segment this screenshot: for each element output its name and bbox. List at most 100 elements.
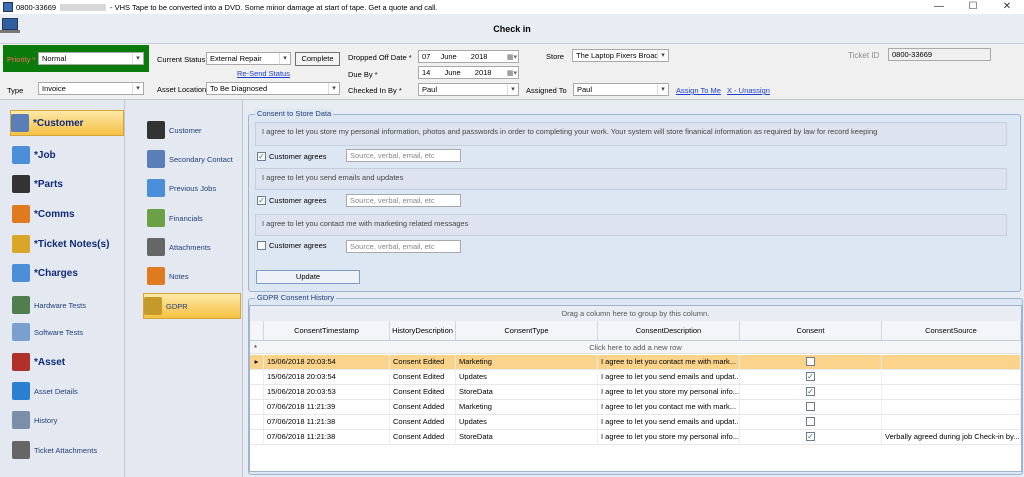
dropped-off-date[interactable]: 07 June 2018 ▦▾ — [418, 50, 519, 63]
nav-item-job[interactable]: *Job — [12, 142, 56, 168]
consent-checkbox[interactable] — [806, 402, 815, 411]
nav-item-customer[interactable]: *Customer — [10, 110, 124, 136]
consent-checkbox[interactable]: ✓ — [806, 387, 815, 396]
nav-item-charges[interactable]: *Charges — [12, 260, 78, 286]
marketing-source-input[interactable]: Source, verbal, email, etc — [346, 240, 461, 253]
nav-item-comms[interactable]: *Comms — [12, 201, 75, 227]
row-header[interactable] — [250, 430, 264, 444]
consent-cell[interactable] — [740, 355, 882, 369]
row-header[interactable] — [250, 415, 264, 429]
consent-cell[interactable]: ✓ — [740, 385, 882, 399]
consent-description-cell[interactable]: I agree to let you store my personal inf… — [598, 385, 740, 399]
storedata-source-input[interactable]: Source, verbal, email, etc — [346, 149, 461, 162]
consent-type-cell[interactable]: Marketing — [456, 400, 598, 414]
consent-checkbox[interactable]: ✓ — [806, 432, 815, 441]
history-description-cell[interactable]: Consent Added — [390, 400, 456, 414]
resend-status-link[interactable]: Re-Send Status — [237, 69, 290, 78]
consent-checkbox[interactable]: ✓ — [806, 372, 815, 381]
unassign-link[interactable]: X - Unassign — [727, 86, 770, 95]
consent-source-cell[interactable] — [882, 400, 1021, 414]
consent-checkbox[interactable] — [806, 357, 815, 366]
consent-source-cell[interactable] — [882, 355, 1021, 369]
priority-select[interactable]: Normal ▾ — [38, 52, 144, 65]
consent-cell[interactable]: ✓ — [740, 370, 882, 384]
current-status-select[interactable]: External Repair ▾ — [206, 52, 291, 65]
consent-description-cell[interactable]: I agree to let you contact me with mark.… — [598, 400, 740, 414]
consent-description-cell[interactable]: I agree to let you send emails and updat… — [598, 370, 740, 384]
row-header[interactable] — [250, 385, 264, 399]
calendar-icon[interactable]: ▦▾ — [507, 68, 517, 79]
consent-cell[interactable]: ✓ — [740, 430, 882, 444]
updates-source-input[interactable]: Source, verbal, email, etc — [346, 194, 461, 207]
checked-in-by-select[interactable]: Paul ▾ — [418, 83, 519, 96]
add-new-row[interactable]: * Click here to add a new row — [250, 341, 1021, 354]
timestamp-cell[interactable]: 15/06/2018 20:03:54 — [264, 370, 390, 384]
nav-item-parts[interactable]: *Parts — [12, 171, 63, 197]
subnav-item-financials[interactable]: Financials — [147, 205, 203, 231]
nav-item-assetdetails[interactable]: Asset Details — [12, 378, 78, 404]
calendar-icon[interactable]: ▦▾ — [507, 52, 517, 63]
consent-description-cell[interactable]: I agree to let you send emails and updat… — [598, 415, 740, 429]
asset-location-select[interactable]: To Be Diagnosed ▾ — [206, 82, 340, 95]
subnav-item-customer[interactable]: Customer — [147, 117, 202, 143]
col-consent-timestamp[interactable]: ConsentTimestamp — [264, 321, 390, 340]
storedata-checkbox[interactable]: ✓ — [257, 152, 266, 161]
consent-source-cell[interactable] — [882, 415, 1021, 429]
group-by-panel[interactable]: Drag a column here to group by this colu… — [250, 306, 1021, 321]
history-description-cell[interactable]: Consent Edited — [390, 385, 456, 399]
row-header[interactable] — [250, 370, 264, 384]
consent-description-cell[interactable]: I agree to let you store my personal inf… — [598, 430, 740, 444]
consent-source-cell[interactable] — [882, 370, 1021, 384]
nav-item-asset[interactable]: *Asset — [12, 349, 65, 375]
consent-type-cell[interactable]: StoreData — [456, 385, 598, 399]
close-button[interactable]: ✕ — [990, 0, 1024, 14]
subnav-item-secondarycontact[interactable]: Secondary Contact — [147, 146, 233, 172]
minimize-button[interactable]: — — [922, 0, 956, 14]
timestamp-cell[interactable]: 07/06/2018 11:21:38 — [264, 430, 390, 444]
row-header[interactable] — [250, 400, 264, 414]
nav-item-ticketattachments[interactable]: Ticket Attachments — [12, 437, 97, 463]
consent-cell[interactable] — [740, 415, 882, 429]
ticket-id-field[interactable]: 0800-33669 — [888, 48, 991, 61]
consent-source-cell[interactable] — [882, 385, 1021, 399]
updates-checkbox[interactable]: ✓ — [257, 196, 266, 205]
table-row[interactable]: 07/06/2018 11:21:38 Consent Added StoreDat… — [250, 430, 1021, 445]
table-row[interactable]: 07/06/2018 11:21:38 Consent Added Updates I… — [250, 415, 1021, 430]
update-button[interactable]: Update — [256, 270, 360, 284]
marketing-checkbox[interactable] — [257, 241, 266, 250]
store-select[interactable]: The Laptop Fixers Broad ▾ — [572, 49, 669, 62]
timestamp-cell[interactable]: 15/06/2018 20:03:54 — [264, 355, 390, 369]
current-row-arrow-icon[interactable]: ▸ — [250, 355, 264, 369]
subnav-item-gdpr[interactable]: GDPR — [143, 293, 241, 319]
consent-cell[interactable] — [740, 400, 882, 414]
table-row[interactable]: 15/06/2018 20:03:54 Consent Edited Updates… — [250, 370, 1021, 385]
consent-checkbox[interactable] — [806, 417, 815, 426]
consent-type-cell[interactable]: Updates — [456, 370, 598, 384]
timestamp-cell[interactable]: 07/06/2018 11:21:38 — [264, 415, 390, 429]
table-row[interactable]: 07/06/2018 11:21:39 Consent Added Marketin… — [250, 400, 1021, 415]
complete-button[interactable]: Complete — [295, 52, 340, 66]
history-description-cell[interactable]: Consent Added — [390, 430, 456, 444]
col-consent-description[interactable]: ConsentDescription — [598, 321, 740, 340]
subnav-item-notes[interactable]: Notes — [147, 263, 189, 289]
col-consent-source[interactable]: ConsentSource — [882, 321, 1021, 340]
consent-source-cell[interactable]: Verbally agreed during job Check-in by..… — [882, 430, 1021, 444]
consent-type-cell[interactable]: StoreData — [456, 430, 598, 444]
type-select[interactable]: Invoice ▾ — [38, 82, 144, 95]
history-description-cell[interactable]: Consent Edited — [390, 355, 456, 369]
col-consent-type[interactable]: ConsentType — [456, 321, 598, 340]
maximize-button[interactable]: ☐ — [956, 0, 990, 14]
consent-type-cell[interactable]: Updates — [456, 415, 598, 429]
nav-item-softwaretests[interactable]: Software Tests — [12, 319, 83, 345]
nav-item-history[interactable]: History — [12, 407, 57, 433]
history-description-cell[interactable]: Consent Added — [390, 415, 456, 429]
timestamp-cell[interactable]: 15/06/2018 20:03:53 — [264, 385, 390, 399]
consent-description-cell[interactable]: I agree to let you contact me with mark.… — [598, 355, 740, 369]
table-row[interactable]: ▸ 15/06/2018 20:03:54 Consent Edited Market… — [250, 355, 1021, 370]
nav-item-ticketnotess[interactable]: *Ticket Notes(s) — [12, 231, 109, 257]
consent-type-cell[interactable]: Marketing — [456, 355, 598, 369]
nav-item-hardwaretests[interactable]: Hardware Tests — [12, 292, 86, 318]
timestamp-cell[interactable]: 07/06/2018 11:21:39 — [264, 400, 390, 414]
subnav-item-attachments[interactable]: Attachments — [147, 234, 211, 260]
assign-to-me-link[interactable]: Assign To Me — [676, 86, 721, 95]
